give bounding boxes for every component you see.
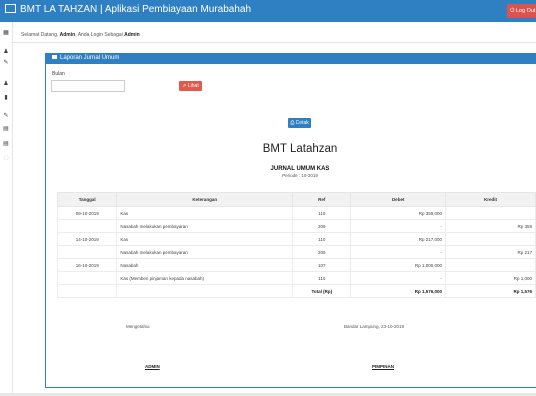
table-row: Kas (Memberi pinjaman kepada nasabah) 11… — [56, 271, 536, 285]
cell-debet: Rp 359,000 — [350, 206, 446, 220]
edit-icon[interactable]: ✎ — [3, 113, 9, 119]
table-row: Nasabah melakukan pembayaran 209 - Rp 35… — [56, 219, 536, 233]
cell-debet: Rp 1,000,000 — [350, 258, 446, 272]
logout-button[interactable]: ⏻ Log Out — [507, 4, 536, 18]
cell-debet: - — [350, 271, 446, 285]
print-icon: ⎙ — [290, 120, 295, 126]
cell-tanggal: 14-10-2019 — [56, 232, 118, 246]
welcome-mid: , Anda Login Sebagai — [75, 32, 123, 38]
cell-keterangan: Nasabah melakukan pembayaran — [116, 219, 294, 233]
cell-debet: - — [350, 245, 446, 259]
top-navbar: BMT LA TAHZAN | Aplikasi Pembiayaan Mura… — [0, 0, 536, 22]
table-row: 09-10-2019 Kas 110 Rp 359,000 — [56, 206, 536, 220]
edit-icon[interactable]: ✎ — [3, 60, 9, 66]
total-row: Total (Rp) Rp 1,576,000 Rp 1,576 — [56, 284, 536, 298]
user-icon[interactable]: ♟ — [3, 81, 9, 87]
external-link-icon: ⇗ — [182, 83, 187, 89]
panel-header: Laporan Jurnal Umum — [45, 53, 536, 64]
cell-kredit — [445, 206, 536, 220]
bulan-label: Bulan — [52, 71, 65, 77]
cell-tanggal — [56, 219, 118, 233]
table-icon — [52, 55, 57, 59]
col-ref: Ref — [292, 192, 352, 207]
cell-kredit: Rp 1,000 — [445, 271, 536, 285]
journal-table: Tanggal Keterangan Ref Debet Kredit 09-1… — [56, 192, 536, 298]
cell-ref: 209 — [292, 245, 352, 259]
cetak-button[interactable]: ⎙ Cetak — [288, 118, 311, 128]
book-icon[interactable]: ▮ — [3, 95, 9, 101]
cell-ref: 209 — [292, 219, 352, 233]
cell-debet: Rp 217,000 — [350, 232, 446, 246]
cell-tanggal: 09-10-2019 — [56, 206, 118, 220]
cell-tanggal: 16-10-2019 — [56, 258, 118, 272]
cell-kredit — [445, 258, 536, 272]
app-brand[interactable]: BMT LA TAHZAN | Aplikasi Pembiayaan Mura… — [5, 4, 251, 15]
power-icon: ⏻ — [510, 8, 515, 14]
org-name: BMT Latahzan — [262, 143, 338, 155]
cell-ref: 110 — [292, 271, 352, 285]
cell-tanggal — [56, 271, 118, 285]
col-tanggal: Tanggal — [56, 192, 118, 207]
cell-keterangan: Nasabah melakukan pembayaran — [116, 245, 294, 259]
logout-label: Log Out — [515, 8, 536, 14]
report-title: JURNAL UMUM KAS — [270, 166, 330, 172]
cell-kredit: Rp 359 — [445, 219, 536, 233]
user-icon[interactable]: ♟ — [3, 49, 9, 55]
cell-kredit — [445, 232, 536, 246]
cell-debet: - — [350, 219, 446, 233]
signature-admin: ADMIN — [145, 364, 160, 369]
monitor-icon — [5, 4, 16, 13]
table-icon[interactable]: ▤ — [3, 126, 9, 132]
cell-tanggal — [56, 245, 118, 259]
total-label: Total (Rp) — [292, 284, 352, 298]
total-kredit: Rp 1,576 — [445, 284, 536, 298]
total-debet: Rp 1,576,000 — [350, 284, 446, 298]
cetak-label: Cetak — [295, 120, 309, 126]
welcome-role: Admin — [124, 32, 140, 38]
report-period: Periode : 10-2019 — [282, 173, 318, 178]
cell-keterangan: Kas — [116, 206, 294, 220]
welcome-prefix: Selamat Datang, — [21, 32, 59, 38]
place-date: Bandar Lampung, 23-10-2019 — [344, 324, 405, 329]
table-header-row: Tanggal Keterangan Ref Debet Kredit — [56, 192, 536, 207]
panel-title: Laporan Jurnal Umum — [60, 55, 120, 61]
cell-ref: 107 — [292, 258, 352, 272]
cell-kredit: Rp 217 — [445, 245, 536, 259]
cell-keterangan: Kas (Memberi pinjaman kepada nasabah) — [116, 271, 294, 285]
divider — [12, 42, 536, 43]
cell-ref: 110 — [292, 232, 352, 246]
col-keterangan: Keterangan — [116, 192, 294, 207]
info-icon[interactable]: ◌ — [3, 155, 9, 161]
table-row: Nasabah melakukan pembayaran 209 - Rp 21… — [56, 245, 536, 259]
lihat-button[interactable]: ⇗ Lihat — [179, 81, 202, 91]
cell-keterangan: Kas — [116, 232, 294, 246]
cell-keterangan: Nasabah — [116, 258, 294, 272]
bulan-input[interactable] — [51, 80, 125, 92]
col-kredit: Kredit — [445, 192, 536, 207]
col-debet: Debet — [350, 192, 446, 207]
signature-pimpinan: PIMPINAN — [372, 364, 395, 369]
cell-ref: 110 — [292, 206, 352, 220]
cell-empty — [116, 284, 294, 298]
dashboard-icon[interactable]: ▦ — [3, 30, 9, 36]
sidebar: ▦ ♟ ✎ ♟ ▮ ✎ ▤ ▤ ◌ — [0, 22, 13, 396]
welcome-user: Admin — [59, 32, 76, 38]
welcome-text: Selamat Datang, Admin, Anda Login Sebaga… — [21, 32, 140, 38]
acknowledge-text: Mengetahui — [126, 324, 150, 329]
lihat-label: Lihat — [187, 83, 199, 89]
table-row: 16-10-2019 Nasabah 107 Rp 1,000,000 — [56, 258, 536, 272]
table-row: 14-10-2019 Kas 110 Rp 217,000 — [56, 232, 536, 246]
app-title: BMT LA TAHZAN | Aplikasi Pembiayaan Mura… — [20, 4, 252, 15]
cell-empty — [56, 284, 118, 298]
table-icon[interactable]: ▤ — [3, 141, 9, 147]
